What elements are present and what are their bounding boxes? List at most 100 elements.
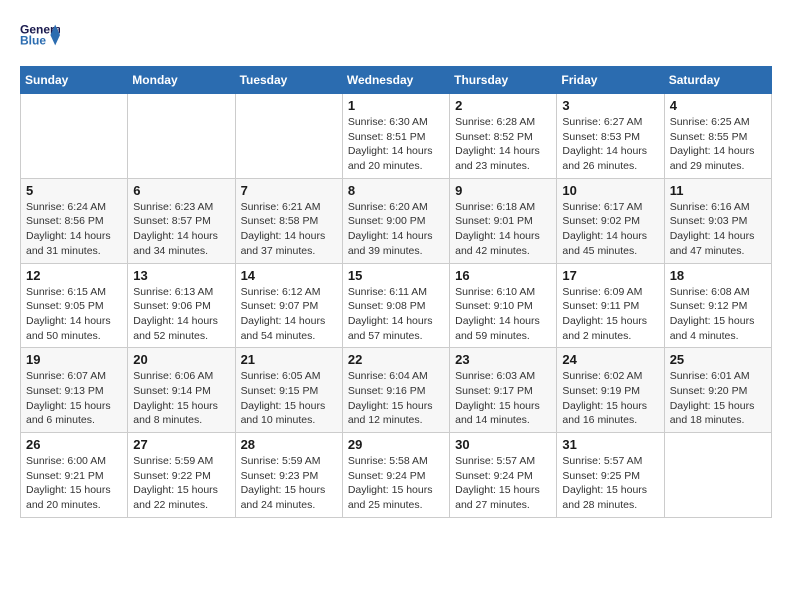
calendar-cell: 24Sunrise: 6:02 AM Sunset: 9:19 PM Dayli… (557, 348, 664, 433)
day-number: 14 (241, 268, 337, 283)
calendar-week-row: 5 Sunrise: 6:24 AM Sunset: 8:56 PM Daylig… (21, 178, 772, 263)
calendar-cell: 20Sunrise: 6:06 AM Sunset: 9:14 PM Dayli… (128, 348, 235, 433)
calendar-cell: 5 Sunrise: 6:24 AM Sunset: 8:56 PM Daylig… (21, 178, 128, 263)
day-number: 7 (241, 183, 337, 198)
day-number: 2 (455, 98, 551, 113)
weekday-header: Monday (128, 67, 235, 94)
calendar-cell: 7Sunrise: 6:21 AM Sunset: 8:58 PM Daylig… (235, 178, 342, 263)
day-info: Sunrise: 6:11 AM Sunset: 9:08 PM Dayligh… (348, 285, 444, 344)
calendar-cell: 26 Sunrise: 6:00 AM Sunset: 9:21 PM Dayli… (21, 433, 128, 518)
calendar-cell: 9 Sunrise: 6:18 AM Sunset: 9:01 PM Daylig… (450, 178, 557, 263)
weekday-header: Tuesday (235, 67, 342, 94)
day-info: Sunrise: 6:09 AM Sunset: 9:11 PM Dayligh… (562, 285, 658, 344)
day-number: 15 (348, 268, 444, 283)
day-info: Sunrise: 6:12 AM Sunset: 9:07 PM Dayligh… (241, 285, 337, 344)
day-info: Sunrise: 6:07 AM Sunset: 9:13 PM Dayligh… (26, 369, 122, 428)
calendar-week-row: 26 Sunrise: 6:00 AM Sunset: 9:21 PM Dayli… (21, 433, 772, 518)
day-number: 10 (562, 183, 658, 198)
calendar-cell: 11Sunrise: 6:16 AM Sunset: 9:03 PM Dayli… (664, 178, 771, 263)
calendar-cell (128, 94, 235, 179)
day-number: 13 (133, 268, 229, 283)
calendar-cell (664, 433, 771, 518)
weekday-header: Sunday (21, 67, 128, 94)
day-number: 22 (348, 352, 444, 367)
day-info: Sunrise: 6:00 AM Sunset: 9:21 PM Dayligh… (26, 454, 122, 513)
calendar-cell: 15 Sunrise: 6:11 AM Sunset: 9:08 PM Dayli… (342, 263, 449, 348)
day-number: 3 (562, 98, 658, 113)
calendar-header-row: SundayMondayTuesdayWednesdayThursdayFrid… (21, 67, 772, 94)
day-info: Sunrise: 6:02 AM Sunset: 9:19 PM Dayligh… (562, 369, 658, 428)
calendar-week-row: 12 Sunrise: 6:15 AM Sunset: 9:05 PM Dayli… (21, 263, 772, 348)
calendar-cell: 28 Sunrise: 5:59 AM Sunset: 9:23 PM Dayli… (235, 433, 342, 518)
calendar-cell: 29 Sunrise: 5:58 AM Sunset: 9:24 PM Dayli… (342, 433, 449, 518)
calendar-cell (21, 94, 128, 179)
weekday-header: Wednesday (342, 67, 449, 94)
day-info: Sunrise: 6:13 AM Sunset: 9:06 PM Dayligh… (133, 285, 229, 344)
calendar-cell: 16 Sunrise: 6:10 AM Sunset: 9:10 PM Dayli… (450, 263, 557, 348)
day-info: Sunrise: 5:59 AM Sunset: 9:23 PM Dayligh… (241, 454, 337, 513)
calendar: SundayMondayTuesdayWednesdayThursdayFrid… (20, 66, 772, 518)
day-info: Sunrise: 6:23 AM Sunset: 8:57 PM Dayligh… (133, 200, 229, 259)
day-number: 5 (26, 183, 122, 198)
day-info: Sunrise: 6:24 AM Sunset: 8:56 PM Dayligh… (26, 200, 122, 259)
weekday-header: Saturday (664, 67, 771, 94)
calendar-week-row: 19 Sunrise: 6:07 AM Sunset: 9:13 PM Dayli… (21, 348, 772, 433)
day-info: Sunrise: 5:58 AM Sunset: 9:24 PM Dayligh… (348, 454, 444, 513)
calendar-cell: 8 Sunrise: 6:20 AM Sunset: 9:00 PM Daylig… (342, 178, 449, 263)
calendar-cell: 31Sunrise: 5:57 AM Sunset: 9:25 PM Dayli… (557, 433, 664, 518)
day-number: 12 (26, 268, 122, 283)
day-number: 8 (348, 183, 444, 198)
day-number: 28 (241, 437, 337, 452)
day-number: 9 (455, 183, 551, 198)
calendar-cell: 18 Sunrise: 6:08 AM Sunset: 9:12 PM Dayli… (664, 263, 771, 348)
day-info: Sunrise: 6:15 AM Sunset: 9:05 PM Dayligh… (26, 285, 122, 344)
calendar-cell: 23 Sunrise: 6:03 AM Sunset: 9:17 PM Dayli… (450, 348, 557, 433)
calendar-cell: 22Sunrise: 6:04 AM Sunset: 9:16 PM Dayli… (342, 348, 449, 433)
calendar-cell: 21Sunrise: 6:05 AM Sunset: 9:15 PM Dayli… (235, 348, 342, 433)
day-info: Sunrise: 5:59 AM Sunset: 9:22 PM Dayligh… (133, 454, 229, 513)
day-info: Sunrise: 6:28 AM Sunset: 8:52 PM Dayligh… (455, 115, 551, 174)
day-info: Sunrise: 5:57 AM Sunset: 9:25 PM Dayligh… (562, 454, 658, 513)
calendar-cell: 10Sunrise: 6:17 AM Sunset: 9:02 PM Dayli… (557, 178, 664, 263)
day-number: 19 (26, 352, 122, 367)
day-info: Sunrise: 6:01 AM Sunset: 9:20 PM Dayligh… (670, 369, 766, 428)
day-info: Sunrise: 6:20 AM Sunset: 9:00 PM Dayligh… (348, 200, 444, 259)
calendar-cell: 19 Sunrise: 6:07 AM Sunset: 9:13 PM Dayli… (21, 348, 128, 433)
calendar-cell: 4Sunrise: 6:25 AM Sunset: 8:55 PM Daylig… (664, 94, 771, 179)
day-number: 16 (455, 268, 551, 283)
svg-text:Blue: Blue (20, 34, 46, 48)
logo-icon: General Blue (20, 20, 60, 50)
day-info: Sunrise: 5:57 AM Sunset: 9:24 PM Dayligh… (455, 454, 551, 513)
calendar-cell: 27 Sunrise: 5:59 AM Sunset: 9:22 PM Dayli… (128, 433, 235, 518)
day-number: 23 (455, 352, 551, 367)
calendar-cell: 6 Sunrise: 6:23 AM Sunset: 8:57 PM Daylig… (128, 178, 235, 263)
calendar-cell: 1 Sunrise: 6:30 AM Sunset: 8:51 PM Daylig… (342, 94, 449, 179)
calendar-cell (235, 94, 342, 179)
day-info: Sunrise: 6:30 AM Sunset: 8:51 PM Dayligh… (348, 115, 444, 174)
day-info: Sunrise: 6:25 AM Sunset: 8:55 PM Dayligh… (670, 115, 766, 174)
logo: General Blue (20, 20, 60, 50)
calendar-cell: 13 Sunrise: 6:13 AM Sunset: 9:06 PM Dayli… (128, 263, 235, 348)
day-info: Sunrise: 6:27 AM Sunset: 8:53 PM Dayligh… (562, 115, 658, 174)
day-number: 11 (670, 183, 766, 198)
day-info: Sunrise: 6:18 AM Sunset: 9:01 PM Dayligh… (455, 200, 551, 259)
day-number: 17 (562, 268, 658, 283)
day-number: 6 (133, 183, 229, 198)
day-number: 18 (670, 268, 766, 283)
day-info: Sunrise: 6:03 AM Sunset: 9:17 PM Dayligh… (455, 369, 551, 428)
day-info: Sunrise: 6:05 AM Sunset: 9:15 PM Dayligh… (241, 369, 337, 428)
calendar-cell: 14 Sunrise: 6:12 AM Sunset: 9:07 PM Dayli… (235, 263, 342, 348)
day-number: 25 (670, 352, 766, 367)
day-info: Sunrise: 6:06 AM Sunset: 9:14 PM Dayligh… (133, 369, 229, 428)
day-number: 1 (348, 98, 444, 113)
calendar-cell: 25 Sunrise: 6:01 AM Sunset: 9:20 PM Dayli… (664, 348, 771, 433)
day-info: Sunrise: 6:08 AM Sunset: 9:12 PM Dayligh… (670, 285, 766, 344)
day-number: 26 (26, 437, 122, 452)
calendar-cell: 30Sunrise: 5:57 AM Sunset: 9:24 PM Dayli… (450, 433, 557, 518)
day-number: 29 (348, 437, 444, 452)
calendar-cell: 2 Sunrise: 6:28 AM Sunset: 8:52 PM Daylig… (450, 94, 557, 179)
day-info: Sunrise: 6:10 AM Sunset: 9:10 PM Dayligh… (455, 285, 551, 344)
weekday-header: Friday (557, 67, 664, 94)
calendar-cell: 3 Sunrise: 6:27 AM Sunset: 8:53 PM Daylig… (557, 94, 664, 179)
day-number: 27 (133, 437, 229, 452)
